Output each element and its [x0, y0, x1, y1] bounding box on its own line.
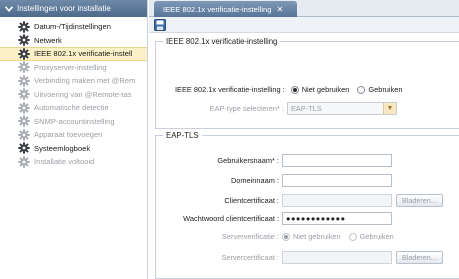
sidebar-list: Datum-/Tijdinstellingen Netwerk IEEE 802.1…	[0, 17, 147, 169]
ieee-on-radio[interactable]: Gebruiken	[357, 85, 402, 94]
ieee-group-legend: IEEE 802.1x verificatie-instelling	[166, 37, 278, 46]
sidebar-item[interactable]: Datum-/Tijdinstellingen	[0, 20, 147, 34]
chevron-down-icon	[4, 5, 14, 12]
tab-strip: IEEE 802.1x verificatie-instelling ✕	[149, 0, 459, 17]
radio-unselected-icon	[348, 232, 357, 241]
domain-field[interactable]	[282, 174, 392, 187]
sidebar-item[interactable]: Apparaat toevoegen	[0, 128, 147, 142]
sidebar-item[interactable]: Automatische detectie	[0, 101, 147, 115]
browse-clientcert-button[interactable]: Bladeren...	[396, 194, 443, 207]
gear-icon	[18, 129, 30, 141]
servercert-row: Servercertificaat : Bladeren...	[155, 251, 443, 264]
radio-unselected-icon	[357, 85, 366, 94]
sidebar-item-label: Installatie voltooid	[34, 157, 95, 167]
browse-servercert-button[interactable]: Bladeren...	[396, 251, 443, 264]
eaptls-group-legend: EAP-TLS	[166, 131, 199, 140]
sidebar-item-label: Netwerk	[34, 35, 62, 45]
clientcert-field[interactable]	[282, 194, 392, 207]
sidebar-item-label: IEEE 802.1x verificatie-instell	[34, 49, 133, 59]
ieee-setting-row: IEEE 802.1x verificatie-instelling : Nie…	[175, 85, 410, 94]
username-row: Gebruikersnaam* :	[155, 154, 392, 167]
close-icon[interactable]: ✕	[276, 5, 283, 14]
ieee-on-label: Gebruiken	[368, 85, 403, 94]
gear-icon	[18, 21, 30, 33]
sidebar-item-label: Uitvoering van @Remote-tas	[34, 89, 132, 99]
serververif-row: Serververificatie : Niet gebruiken Gebru…	[155, 232, 402, 241]
ieee-setting-label: IEEE 802.1x verificatie-instelling :	[175, 85, 285, 94]
gear-icon	[18, 156, 30, 168]
sidebar-item[interactable]: Installatie voltooid	[0, 155, 147, 169]
eap-type-row: EAP-type selecteren* : EAP-TLS ▼	[155, 102, 397, 115]
gear-icon	[18, 61, 30, 73]
main-panel: IEEE 802.1x verificatie-instelling ✕ IEE…	[149, 0, 459, 279]
gear-icon	[18, 48, 30, 60]
clientcert-row: Clientcertificaat : Bladeren...	[155, 194, 443, 207]
radio-selected-icon	[290, 85, 299, 94]
ieee-off-radio[interactable]: Niet gebruiken	[290, 85, 350, 94]
sidebar-item-label: Verbinding maken met @Rem	[34, 76, 136, 86]
sidebar-item[interactable]: Proxyserver-instelling	[0, 61, 147, 75]
sidebar-item[interactable]: Uitvoering van @Remote-tas	[0, 88, 147, 102]
eap-type-select[interactable]: EAP-TLS ▼	[287, 102, 397, 115]
serververif-on-label: Gebruiken	[359, 232, 394, 241]
chevron-down-icon: ▼	[383, 103, 396, 114]
settings-content: IEEE 802.1x verificatie-instelling IEEE …	[155, 37, 459, 279]
sidebar-item[interactable]: SNMP-accountinstelling	[0, 115, 147, 129]
sidebar-header[interactable]: Instellingen voor installatie	[0, 0, 147, 17]
certpass-field[interactable]: ●●●●●●●●●●●●	[282, 212, 392, 225]
clientcert-label: Clientcertificaat :	[224, 196, 279, 205]
domain-label: Domeinnaam :	[230, 176, 279, 185]
certpass-label: Wachtwoord clientcertificaat :	[183, 214, 279, 223]
save-icon[interactable]	[154, 18, 166, 31]
toolbar	[149, 17, 459, 33]
tab-ieee-8021x[interactable]: IEEE 802.1x verificatie-instelling ✕	[154, 1, 297, 17]
sidebar-item-label: Proxyserver-instelling	[34, 62, 107, 72]
gear-icon	[18, 142, 30, 154]
certpass-row: Wachtwoord clientcertificaat : ●●●●●●●●●…	[155, 212, 392, 225]
domain-row: Domeinnaam :	[155, 174, 392, 187]
tab-label: IEEE 802.1x verificatie-instelling	[163, 4, 272, 14]
serververif-on-radio[interactable]: Gebruiken	[348, 232, 394, 241]
sidebar-item[interactable]: Systeemlogboek	[0, 142, 147, 156]
sidebar-item-label: Systeemlogboek	[34, 143, 91, 153]
sidebar-item-label: Apparaat toevoegen	[34, 130, 103, 140]
username-field[interactable]	[282, 154, 392, 167]
ieee-off-label: Niet gebruiken	[301, 85, 350, 94]
serververif-off-label: Niet gebruiken	[293, 232, 341, 241]
sidebar-item[interactable]: Verbinding maken met @Rem	[0, 74, 147, 88]
eap-type-value: EAP-TLS	[291, 104, 322, 113]
eap-type-label: EAP-type selecteren* :	[209, 104, 284, 113]
ieee-group: IEEE 802.1x verificatie-instelling	[155, 37, 459, 129]
sidebar-item-label: Datum-/Tijdinstellingen	[34, 22, 111, 32]
gear-icon	[18, 102, 30, 114]
settings-sidebar: Instellingen voor installatie Datum-/Tij…	[0, 0, 148, 279]
servercert-field[interactable]	[282, 251, 392, 264]
servercert-label: Servercertificaat :	[221, 253, 279, 262]
gear-icon	[18, 88, 30, 100]
serververif-label: Serververificatie :	[221, 232, 279, 241]
sidebar-item-label: SNMP-accountinstelling	[34, 116, 115, 126]
gear-icon	[18, 75, 30, 87]
sidebar-header-label: Instellingen voor installatie	[17, 4, 111, 13]
sidebar-item-label: Automatische detectie	[34, 103, 109, 113]
radio-selected-icon	[282, 232, 290, 241]
gear-icon	[18, 115, 30, 127]
gear-icon	[18, 34, 30, 46]
sidebar-item[interactable]: IEEE 802.1x verificatie-instell	[0, 47, 147, 61]
serververif-off-radio[interactable]: Niet gebruiken	[282, 232, 341, 241]
username-label: Gebruikersnaam* :	[217, 156, 279, 165]
sidebar-item[interactable]: Netwerk	[0, 34, 147, 48]
